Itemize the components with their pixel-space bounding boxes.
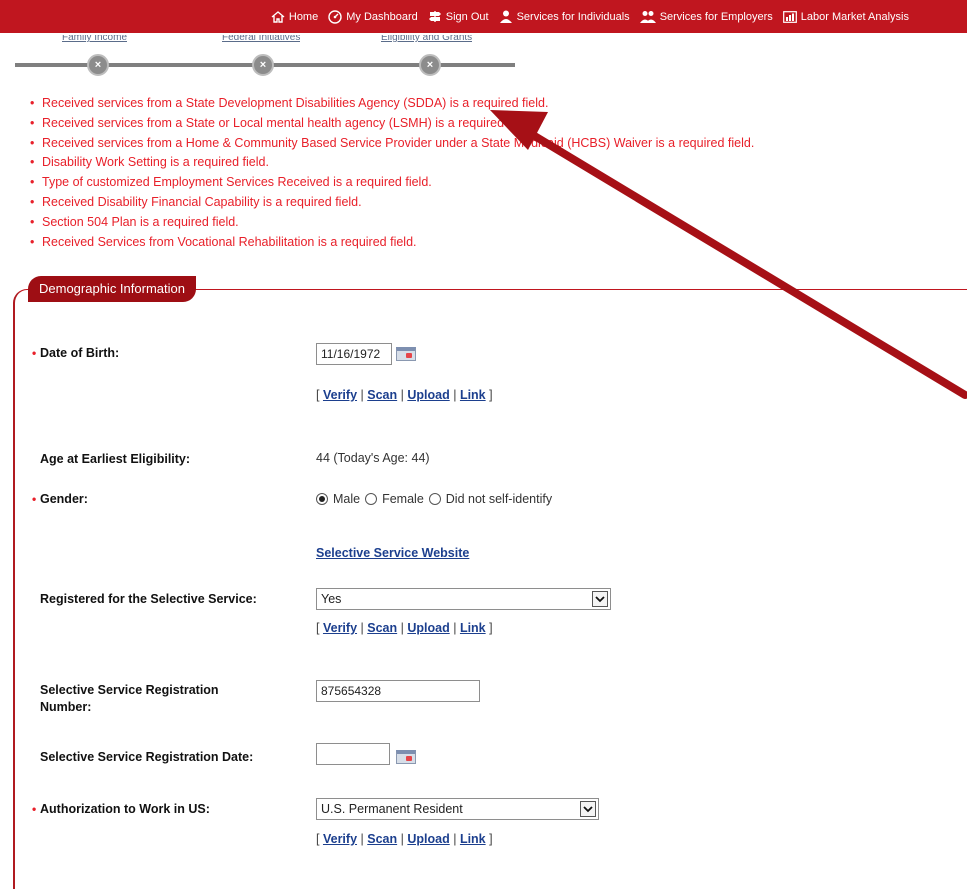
bracket-close: ]	[489, 832, 493, 846]
required-marker: •	[32, 802, 37, 816]
verify-link[interactable]: Verify	[323, 832, 357, 846]
ss-registered-select[interactable]: Yes	[316, 588, 611, 610]
gender-option-male[interactable]: Male	[316, 492, 360, 506]
gender-label: Gender:	[40, 492, 88, 506]
bracket-close: ]	[489, 388, 493, 402]
gender-radio-group: Male Female Did not self-identify	[316, 492, 557, 506]
ss-number-input[interactable]	[316, 680, 480, 702]
bracket-open: [	[316, 832, 320, 846]
separator: |	[453, 832, 457, 846]
separator: |	[453, 621, 457, 635]
error-message: Received Services from Vocational Rehabi…	[30, 233, 754, 253]
gender-option-female[interactable]: Female	[365, 492, 424, 506]
nav-my-dashboard[interactable]: My Dashboard	[328, 9, 418, 24]
radio-button[interactable]	[428, 493, 441, 505]
step-label-family-income[interactable]: Family Income	[62, 35, 127, 43]
bracket-open: [	[316, 388, 320, 402]
gender-option-label: Did not self-identify	[445, 492, 553, 506]
people-icon	[639, 11, 656, 23]
select-value: U.S. Permanent Resident	[321, 802, 463, 816]
nav-home-label: Home	[288, 10, 319, 23]
step-node-close-icon[interactable]: ×	[87, 54, 109, 76]
ss-date-label: Selective Service Registration Date:	[40, 750, 254, 764]
nav-labor-label: Labor Market Analysis	[800, 10, 909, 23]
separator: |	[360, 832, 364, 846]
dob-input[interactable]	[316, 343, 392, 365]
bracket-close: ]	[489, 621, 493, 635]
selective-service-website-link[interactable]: Selective Service Website	[316, 546, 469, 560]
chevron-down-icon[interactable]	[592, 591, 608, 607]
error-message: Received services from a Home & Communit…	[30, 134, 754, 154]
signpost-icon	[428, 11, 441, 22]
error-message: Received services from a State or Local …	[30, 114, 754, 134]
progress-steps: Family Income Federal Initiatives Eligib…	[0, 33, 520, 83]
nav-individuals-label: Services for Individuals	[516, 10, 630, 23]
separator: |	[360, 621, 364, 635]
work-auth-label: Authorization to Work in US:	[40, 802, 210, 816]
upload-link[interactable]: Upload	[407, 388, 449, 402]
error-message: Received services from a State Developme…	[30, 94, 754, 114]
nav-labor-market[interactable]: Labor Market Analysis	[782, 10, 909, 23]
select-value: Yes	[321, 592, 342, 606]
radio-button[interactable]	[365, 493, 378, 505]
calendar-icon[interactable]	[396, 347, 416, 361]
scan-link[interactable]: Scan	[367, 832, 397, 846]
nav-sign-out-label: Sign Out	[445, 10, 489, 23]
link-link[interactable]: Link	[460, 832, 486, 846]
separator: |	[400, 832, 404, 846]
nav-services-individuals[interactable]: Services for Individuals	[499, 10, 630, 23]
chevron-down-icon[interactable]	[580, 801, 596, 817]
link-link[interactable]: Link	[460, 388, 486, 402]
bracket-open: [	[316, 621, 320, 635]
scan-link[interactable]: Scan	[367, 388, 397, 402]
home-icon	[271, 10, 285, 23]
upload-link[interactable]: Upload	[407, 832, 449, 846]
nav-employers-label: Services for Employers	[659, 10, 773, 23]
nav-home[interactable]: Home	[271, 11, 318, 23]
separator: |	[453, 388, 457, 402]
error-message: Disability Work Setting is a required fi…	[30, 153, 754, 173]
ss-date-input[interactable]	[316, 743, 390, 765]
top-nav-bar: Home My Dashboard Sign Out Services for …	[0, 0, 967, 33]
error-message: Received Disability Financial Capability…	[30, 193, 754, 213]
required-marker: •	[32, 492, 37, 506]
section-title-demographic: Demographic Information	[28, 276, 196, 302]
dob-label: Date of Birth:	[40, 346, 120, 360]
error-message: Type of customized Employment Services R…	[30, 173, 754, 193]
radio-button-checked[interactable]	[316, 493, 328, 505]
gender-option-label: Female	[382, 492, 424, 506]
nav-services-employers[interactable]: Services for Employers	[639, 10, 773, 23]
scan-link[interactable]: Scan	[367, 621, 397, 635]
chart-icon	[782, 10, 797, 23]
dob-document-links: [ Verify | Scan | Upload | Link ]	[316, 388, 493, 402]
verify-link[interactable]: Verify	[323, 388, 357, 402]
step-label-federal-initiatives[interactable]: Federal Initiatives	[222, 35, 300, 43]
calendar-icon[interactable]	[396, 750, 416, 764]
separator: |	[400, 621, 404, 635]
upload-link[interactable]: Upload	[407, 621, 449, 635]
work-auth-select[interactable]: U.S. Permanent Resident	[316, 798, 599, 820]
nav-dashboard-label: My Dashboard	[346, 10, 418, 23]
required-marker: •	[32, 346, 37, 360]
ss-document-links: [ Verify | Scan | Upload | Link ]	[316, 621, 493, 635]
step-label-eligibility[interactable]: Eligibility and Grants	[381, 35, 472, 43]
verify-link[interactable]: Verify	[323, 621, 357, 635]
step-node-close-icon[interactable]: ×	[252, 54, 274, 76]
dashboard-icon	[328, 9, 342, 24]
gender-option-label: Male	[333, 492, 361, 506]
validation-error-list: Received services from a State Developme…	[30, 94, 754, 252]
age-value: 44 (Today's Age: 44)	[316, 451, 430, 465]
separator: |	[400, 388, 404, 402]
ss-registered-label: Registered for the Selective Service:	[40, 592, 257, 606]
error-message: Section 504 Plan is a required field.	[30, 213, 754, 233]
ss-number-label: Selective Service Registration Number:	[40, 683, 219, 714]
work-auth-document-links: [ Verify | Scan | Upload | Link ]	[316, 832, 493, 846]
separator: |	[360, 388, 364, 402]
link-link[interactable]: Link	[460, 621, 486, 635]
step-node-close-icon[interactable]: ×	[419, 54, 441, 76]
age-label: Age at Earliest Eligibility:	[40, 452, 191, 466]
gender-option-not-identified[interactable]: Did not self-identify	[428, 492, 553, 506]
nav-sign-out[interactable]: Sign Out	[428, 10, 489, 23]
person-icon	[499, 10, 512, 23]
